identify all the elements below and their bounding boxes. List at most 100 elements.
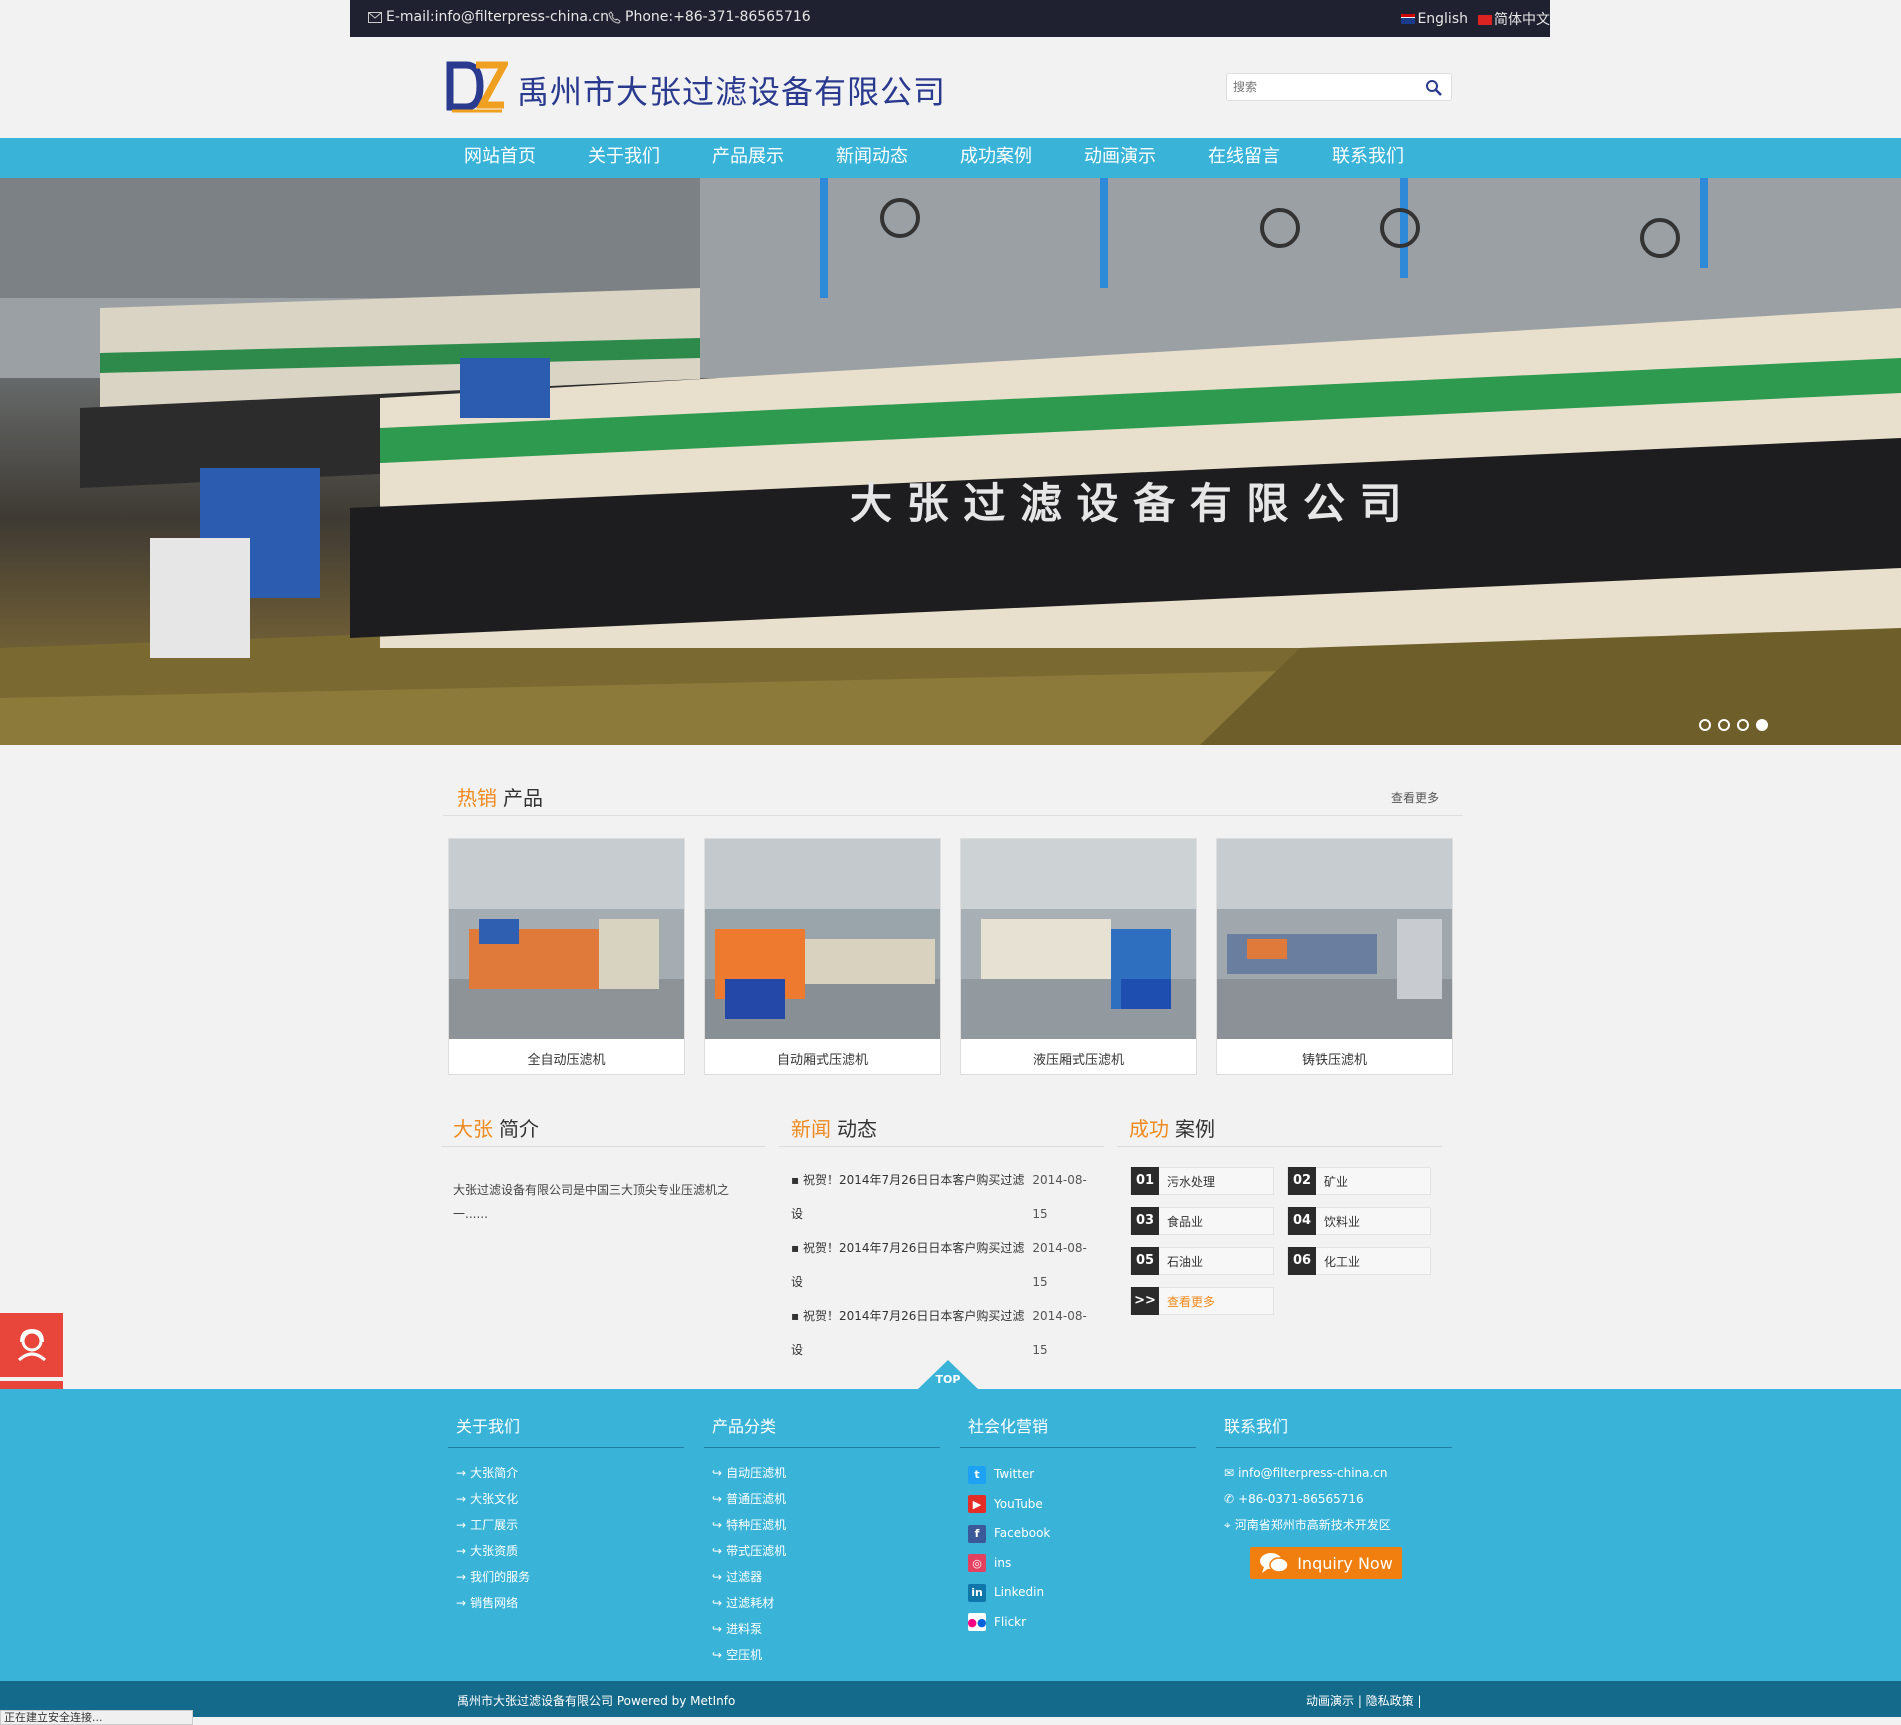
product-card[interactable]: 自动厢式压滤机 — [704, 838, 941, 1075]
footer-about-link[interactable]: → 大张资质 — [456, 1538, 684, 1564]
banner-pagination — [1699, 719, 1768, 731]
footer-contact-email[interactable]: ✉ info@filterpress-china.cn — [1224, 1460, 1452, 1486]
hot-products-more-link[interactable]: 查看更多 — [1391, 789, 1439, 806]
inquiry-now-button[interactable]: Inquiry Now — [1250, 1547, 1402, 1579]
footer-product-link[interactable]: ↪ 过滤耗材 — [712, 1590, 940, 1616]
nav-item-home[interactable]: 网站首页 — [438, 138, 562, 175]
footer-products: 产品分类 ↪ 自动压滤机 ↪ 普通压滤机 ↪ 特种压滤机 ↪ 带式压滤机 ↪ 过滤器 ↪ 过… — [704, 1413, 940, 1668]
hero-banner[interactable]: 大 张 过 滤 设 备 有 限 公 司 — [0, 178, 1901, 745]
banner-dot[interactable] — [1718, 719, 1730, 731]
envelope-icon — [368, 11, 382, 23]
footer-about-link[interactable]: → 大张简介 — [456, 1460, 684, 1486]
footer-contact: 联系我们 ✉ info@filterpress-china.cn ✆ +86-037… — [1216, 1413, 1452, 1538]
cases-more-link[interactable]: >> 查看更多 — [1130, 1287, 1274, 1315]
footer-about-link[interactable]: → 销售网络 — [456, 1590, 684, 1616]
social-link-facebook[interactable]: f Facebook — [968, 1519, 1196, 1549]
product-image — [961, 839, 1196, 1039]
double-arrow-icon: ↪ — [712, 1466, 723, 1480]
banner-dot[interactable] — [1737, 719, 1749, 731]
news-date: 2014-08-15 — [1032, 1241, 1087, 1289]
news-title: ▪ 祝贺！2014年7月26日日本客户购买过滤设 — [791, 1309, 1025, 1357]
news-item[interactable]: ▪ 祝贺！2014年7月26日日本客户购买过滤设 2014-08-15 — [791, 1163, 1101, 1231]
lang-english-link[interactable]: English — [1401, 11, 1468, 27]
product-name: 铸铁压滤机 — [1301, 1053, 1367, 1068]
back-to-top-label[interactable]: TOP — [918, 1373, 978, 1386]
nav-item-contact[interactable]: 联系我们 — [1306, 138, 1430, 175]
footer-about: 关于我们 → 大张简介 → 大张文化 → 工厂展示 → 大张资质 → 我们的服务 → 销售网… — [448, 1413, 684, 1616]
phone-icon — [608, 10, 621, 24]
intro-title-rest: 简介 — [499, 1117, 539, 1141]
topbar: E-mail:info@filterpress-china.cn Phone:+… — [350, 0, 1550, 37]
banner-machine-text: 大 张 过 滤 设 备 有 限 公 司 — [850, 479, 1402, 528]
topbar-email[interactable]: E-mail:info@filterpress-china.cn — [368, 9, 609, 25]
copyright-bar: 禹州市大张过滤设备有限公司 Powered by MetInfo 动画演示 | … — [0, 1681, 1901, 1717]
footer-about-link[interactable]: → 我们的服务 — [456, 1564, 684, 1590]
footer-product-link[interactable]: ↪ 带式压滤机 — [712, 1538, 940, 1564]
twitter-icon: t — [968, 1465, 986, 1484]
banner-dot[interactable] — [1699, 719, 1711, 731]
bottom-links[interactable]: 动画演示 | 隐私政策 | — [1306, 1692, 1422, 1709]
footer-social-title: 社会化营销 — [960, 1413, 1196, 1448]
company-logo[interactable] — [446, 57, 508, 115]
social-link-youtube[interactable]: ▶ YouTube — [968, 1490, 1196, 1520]
product-card[interactable]: 全自动压滤机 — [448, 838, 685, 1075]
search-icon[interactable] — [1425, 79, 1443, 97]
arrow-right-icon: → — [456, 1570, 467, 1584]
product-name: 全自动压滤机 — [527, 1053, 606, 1068]
case-item[interactable]: 02 矿业 — [1287, 1167, 1431, 1195]
case-number: 05 — [1131, 1247, 1159, 1275]
social-link-instagram[interactable]: ◎ ins — [968, 1549, 1196, 1579]
case-item[interactable]: 03 食品业 — [1130, 1207, 1274, 1235]
product-card[interactable]: 铸铁压滤机 — [1216, 838, 1453, 1075]
double-arrow-icon: ↪ — [712, 1648, 723, 1662]
nav-item-message[interactable]: 在线留言 — [1182, 138, 1306, 175]
browser-status-bar: 正在建立安全连接... — [0, 1710, 193, 1725]
social-link-twitter[interactable]: t Twitter — [968, 1460, 1196, 1490]
case-item[interactable]: 06 化工业 — [1287, 1247, 1431, 1275]
footer-social: 社会化营销 t Twitter ▶ YouTube f Facebook ◎ ins i… — [960, 1413, 1196, 1637]
footer-product-link[interactable]: ↪ 特种压滤机 — [712, 1512, 940, 1538]
case-number: 04 — [1288, 1207, 1316, 1235]
float-customer-service-button[interactable] — [0, 1313, 63, 1377]
arrow-right-icon: → — [456, 1544, 467, 1558]
product-card[interactable]: 液压厢式压滤机 — [960, 838, 1197, 1075]
nav-item-about[interactable]: 关于我们 — [562, 138, 686, 175]
lang-chinese-link[interactable]: 简体中文 — [1478, 9, 1550, 29]
product-name: 自动厢式压滤机 — [776, 1053, 868, 1068]
news-heading: 新闻 动态 — [779, 1107, 1104, 1147]
main-nav: 网站首页 关于我们 产品展示 新闻动态 成功案例 动画演示 在线留言 联系我们 — [0, 138, 1901, 178]
china-flag-icon — [1478, 15, 1492, 25]
nav-item-cases[interactable]: 成功案例 — [934, 138, 1058, 175]
nav-item-products[interactable]: 产品展示 — [686, 138, 810, 175]
footer-product-link[interactable]: ↪ 进料泵 — [712, 1616, 940, 1642]
footer-product-link[interactable]: ↪ 过滤器 — [712, 1564, 940, 1590]
arrow-right-icon: → — [456, 1518, 467, 1532]
cases-heading: 成功 案例 — [1117, 1107, 1442, 1147]
facebook-icon: f — [968, 1524, 986, 1543]
case-item[interactable]: 05 石油业 — [1130, 1247, 1274, 1275]
search-input[interactable] — [1227, 74, 1417, 100]
social-link-flickr[interactable]: ● ● Flickr — [967, 1608, 1196, 1638]
case-item[interactable]: 01 污水处理 — [1130, 1167, 1274, 1195]
footer-about-link[interactable]: → 工厂展示 — [456, 1512, 684, 1538]
nav-item-news[interactable]: 新闻动态 — [810, 138, 934, 175]
footer-about-link[interactable]: → 大张文化 — [456, 1486, 684, 1512]
social-link-linkedin[interactable]: in Linkedin — [968, 1578, 1196, 1608]
news-title-rest: 动态 — [837, 1117, 877, 1141]
footer-product-link[interactable]: ↪ 普通压滤机 — [712, 1486, 940, 1512]
news-item[interactable]: ▪ 祝贺！2014年7月26日日本客户购买过滤设 2014-08-15 — [791, 1231, 1101, 1299]
instagram-icon: ◎ — [968, 1554, 986, 1573]
cases-title-rest: 案例 — [1175, 1117, 1215, 1141]
case-item[interactable]: 04 饮料业 — [1287, 1207, 1431, 1235]
nav-item-animation[interactable]: 动画演示 — [1058, 138, 1182, 175]
news-item[interactable]: ▪ 祝贺！2014年7月26日日本客户购买过滤设 2014-08-15 — [791, 1299, 1101, 1367]
chat-bubble-icon — [1260, 1553, 1289, 1573]
product-image — [1217, 839, 1452, 1039]
arrow-right-icon: → — [456, 1492, 467, 1506]
phone-icon: ✆ — [1224, 1492, 1235, 1506]
footer-product-link[interactable]: ↪ 空压机 — [712, 1642, 940, 1668]
double-arrow-icon: ↪ — [712, 1622, 723, 1636]
footer-product-link[interactable]: ↪ 自动压滤机 — [712, 1460, 940, 1486]
intro-text[interactable]: 大张过滤设备有限公司是中国三大顶尖专业压滤机之一...... — [453, 1178, 743, 1226]
banner-dot-active[interactable] — [1756, 719, 1768, 731]
